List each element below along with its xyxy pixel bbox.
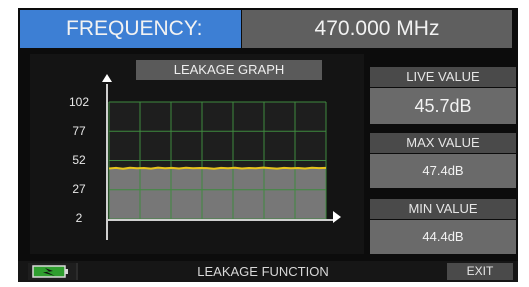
min-value-display: 44.4dB [370, 220, 516, 254]
battery-status [28, 263, 78, 280]
max-value-label: MAX VALUE [370, 133, 516, 153]
y-axis-arrow-icon [102, 74, 112, 82]
function-status-text: LEAKAGE FUNCTION [197, 264, 329, 279]
max-value-display: 47.4dB [370, 154, 516, 188]
min-value-label: MIN VALUE [370, 199, 516, 219]
exit-button[interactable]: EXIT [447, 263, 513, 280]
live-value-display: 45.7dB [370, 88, 516, 124]
x-axis-arrow-icon [333, 211, 341, 223]
live-value-label: LIVE VALUE [370, 67, 516, 87]
chart-lower-area [109, 168, 326, 219]
leakage-trace-line [108, 166, 327, 170]
chart-upper-area [109, 102, 326, 169]
battery-icon [32, 265, 68, 278]
